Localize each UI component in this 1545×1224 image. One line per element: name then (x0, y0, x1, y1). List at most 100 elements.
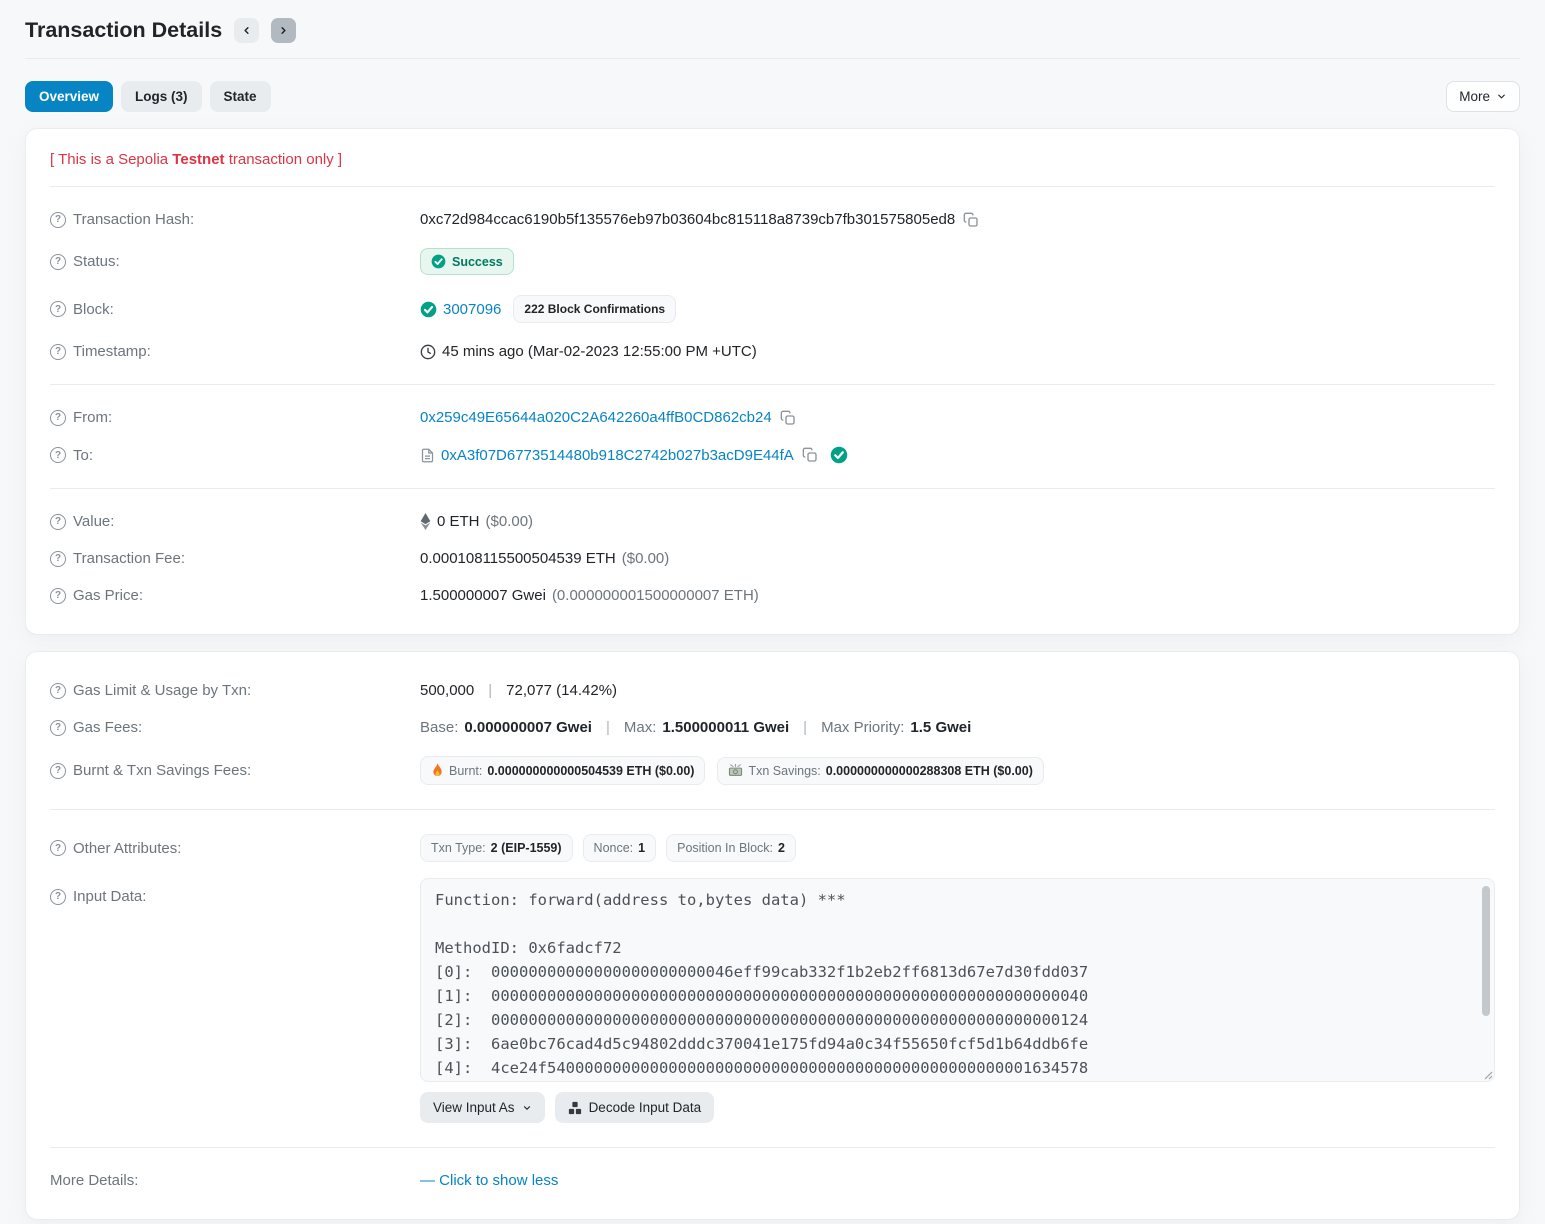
separator: | (803, 719, 807, 736)
more-dropdown-button[interactable]: More (1446, 81, 1520, 112)
clock-icon (420, 344, 436, 360)
to-label: To: (73, 447, 93, 464)
help-icon[interactable]: ? (50, 344, 66, 360)
more-details-card: ? Gas Limit & Usage by Txn: 500,000 | 72… (25, 651, 1520, 1220)
tab-logs[interactable]: Logs (3) (121, 81, 202, 112)
transaction-hash-label: Transaction Hash: (73, 211, 194, 228)
help-icon[interactable]: ? (50, 683, 66, 699)
help-icon[interactable]: ? (50, 720, 66, 736)
other-attributes-row: ? Other Attributes: Txn Type: 2 (EIP-155… (50, 824, 1495, 872)
ethereum-icon (420, 513, 431, 530)
copy-to-address-button[interactable] (800, 447, 820, 463)
from-row: ? From: 0x259c49E65644a020C2A642260a4ffB… (50, 399, 1495, 436)
block-finalized-icon (420, 301, 437, 318)
scrollbar-thumb[interactable] (1482, 886, 1490, 1016)
blocks-icon (568, 1101, 582, 1115)
status-label: Status: (73, 253, 120, 270)
txn-savings-badge-label: Txn Savings: (748, 764, 820, 778)
copy-icon (802, 447, 818, 463)
block-label: Block: (73, 301, 114, 318)
max-priority-value: 1.5 Gwei (910, 719, 971, 736)
help-icon[interactable]: ? (50, 410, 66, 426)
contract-file-icon (420, 448, 435, 463)
divider (50, 186, 1495, 187)
transaction-fee-label: Transaction Fee: (73, 550, 185, 567)
status-value: Success (452, 255, 503, 269)
input-data-textarea[interactable]: Function: forward(address to,bytes data)… (420, 878, 1495, 1082)
copy-icon (963, 212, 979, 228)
gas-price-eth: (0.000000001500000007 ETH) (552, 587, 759, 604)
divider (50, 384, 1495, 385)
help-icon[interactable]: ? (50, 763, 66, 779)
previous-transaction-button[interactable] (234, 18, 259, 43)
more-details-row: More Details: — Click to show less (50, 1162, 1495, 1199)
help-icon[interactable]: ? (50, 840, 66, 856)
input-actions: View Input As Decode Input Data (420, 1092, 1495, 1123)
block-number-link[interactable]: 3007096 (443, 301, 501, 318)
help-icon[interactable]: ? (50, 514, 66, 530)
next-transaction-button[interactable] (271, 18, 296, 43)
txn-savings-badge-value: 0.000000000000288308 ETH ($0.00) (826, 764, 1033, 778)
tabs-row: Overview Logs (3) State More (25, 81, 1520, 112)
page-header: Transaction Details (25, 0, 1520, 43)
transaction-fee-usd: ($0.00) (622, 550, 670, 567)
testnet-notice: [ This is a Sepolia Testnet transaction … (50, 149, 1495, 172)
burnt-savings-row: ? Burnt & Txn Savings Fees: Burnt: 0.000… (50, 746, 1495, 795)
view-input-as-button[interactable]: View Input As (420, 1092, 545, 1123)
value-row: ? Value: 0 ETH ($0.00) (50, 503, 1495, 540)
gas-price-row: ? Gas Price: 1.500000007 Gwei (0.0000000… (50, 577, 1495, 614)
fire-icon (431, 763, 444, 778)
gas-limit-value: 500,000 (420, 682, 474, 699)
money-savings-icon (728, 764, 743, 777)
chevron-left-icon (241, 25, 252, 36)
base-fee-label: Base: (420, 719, 458, 736)
status-row: ? Status: Success (50, 238, 1495, 285)
from-label: From: (73, 409, 112, 426)
transaction-fee-row: ? Transaction Fee: 0.000108115500504539 … (50, 540, 1495, 577)
verified-check-icon (830, 446, 848, 464)
to-row: ? To: 0xA3f07D6773514480b918C2742b027b3a… (50, 436, 1495, 474)
transaction-hash-value: 0xc72d984ccac6190b5f135576eb97b03604bc81… (420, 211, 955, 228)
burnt-badge-label: Burnt: (449, 764, 482, 778)
max-priority-label: Max Priority: (821, 719, 904, 736)
help-icon[interactable]: ? (50, 588, 66, 604)
resize-grip-icon[interactable] (1483, 1070, 1493, 1080)
show-less-link[interactable]: — Click to show less (420, 1172, 558, 1189)
help-icon[interactable]: ? (50, 301, 66, 317)
status-badge: Success (420, 248, 514, 275)
gas-price-value: 1.500000007 Gwei (420, 587, 546, 604)
value-amount: 0 ETH (437, 513, 480, 530)
tab-state[interactable]: State (210, 81, 271, 112)
help-icon[interactable]: ? (50, 212, 66, 228)
burnt-savings-label: Burnt & Txn Savings Fees: (73, 762, 251, 779)
copy-icon (780, 410, 796, 426)
copy-from-address-button[interactable] (778, 410, 798, 426)
help-icon[interactable]: ? (50, 254, 66, 270)
max-fee-value: 1.500000011 Gwei (662, 719, 789, 736)
copy-transaction-hash-button[interactable] (961, 212, 981, 228)
burnt-fees-badge: Burnt: 0.000000000000504539 ETH ($0.00) (420, 756, 705, 785)
more-details-label: More Details: (50, 1172, 138, 1189)
to-address-link[interactable]: 0xA3f07D6773514480b918C2742b027b3acD9E44… (441, 447, 794, 464)
divider (50, 1147, 1495, 1148)
tab-overview[interactable]: Overview (25, 81, 113, 112)
from-address-link[interactable]: 0x259c49E65644a020C2A642260a4ffB0CD862cb… (420, 409, 772, 426)
input-data-row: ? Input Data: Function: forward(address … (50, 872, 1495, 1133)
help-icon[interactable]: ? (50, 889, 66, 905)
help-icon[interactable]: ? (50, 551, 66, 567)
transaction-details-page: Transaction Details Overview Logs (3) St… (0, 0, 1545, 1220)
other-attributes-label: Other Attributes: (73, 840, 181, 857)
more-label: More (1459, 89, 1490, 104)
check-circle-icon (431, 254, 446, 269)
help-icon[interactable]: ? (50, 447, 66, 463)
gas-fees-row: ? Gas Fees: Base: 0.000000007 Gwei | Max… (50, 709, 1495, 746)
value-label: Value: (73, 513, 114, 530)
block-confirmations-badge: 222 Block Confirmations (513, 295, 676, 323)
decode-input-data-button[interactable]: Decode Input Data (555, 1092, 715, 1123)
header-divider (25, 58, 1520, 59)
timestamp-value: 45 mins ago (Mar-02-2023 12:55:00 PM +UT… (442, 343, 757, 360)
chevron-right-icon (278, 25, 289, 36)
block-row: ? Block: 3007096 222 Block Confirmations (50, 285, 1495, 333)
overview-card: [ This is a Sepolia Testnet transaction … (25, 128, 1520, 635)
transaction-hash-row: ? Transaction Hash: 0xc72d984ccac6190b5f… (50, 201, 1495, 238)
